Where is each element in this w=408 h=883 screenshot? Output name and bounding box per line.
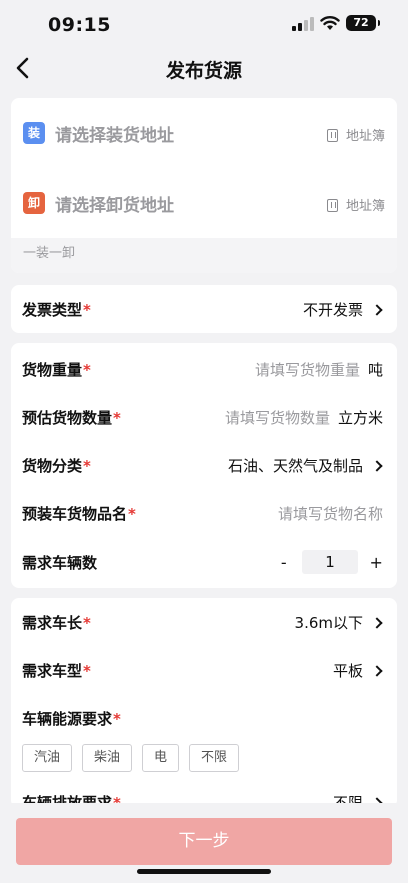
vehicle-type-row[interactable]: 需求车型* 平板 (11, 646, 397, 694)
unload-address-row[interactable]: 卸 请选择卸货地址 地址簿 (11, 168, 397, 238)
vehicle-type-label: 需求车型* (22, 662, 91, 680)
cargo-category-row[interactable]: 货物分类* 石油、天然气及制品 (11, 441, 397, 489)
required-mark: * (83, 662, 91, 680)
vehicle-energy-row: 车辆能源要求* (11, 694, 397, 742)
address-book-icon (326, 199, 338, 212)
energy-option-gasoline[interactable]: 汽油 (22, 744, 73, 772)
vehicle-energy-label: 车辆能源要求* (22, 710, 121, 728)
load-address-book-button[interactable]: 地址簿 (326, 125, 385, 144)
cargo-weight-row: 货物重量* 请填写货物重量吨 (11, 345, 397, 393)
page-title: 发布货源 (165, 60, 242, 82)
vehicle-type-value[interactable]: 平板 (333, 660, 383, 681)
cargo-weight-label: 货物重量* (22, 361, 91, 379)
cargo-card: 货物重量* 请填写货物重量吨 预估货物数量* 请填写货物数量 立方米 货物分类* … (11, 343, 397, 588)
cargo-category-value[interactable]: 石油、天然气及制品 (228, 455, 383, 476)
cargo-name-input[interactable]: 请填写货物名称 (278, 503, 383, 524)
cargo-name-row: 预装车货物品名* 请填写货物名称 (11, 489, 397, 537)
wifi-icon (320, 16, 340, 30)
unload-badge: 卸 (23, 192, 45, 214)
vehicle-count-stepper: - 1 + (275, 550, 385, 574)
status-time: 09:15 (48, 14, 111, 36)
required-mark: * (83, 614, 91, 632)
load-address-placeholder: 请选择装货地址 (55, 126, 174, 146)
cellular-signal-icon (292, 17, 316, 31)
quantity-unit: 立方米 (337, 409, 383, 427)
required-mark: * (128, 505, 136, 523)
vehicle-count-label: 需求车辆数 (22, 554, 98, 572)
address-book-label: 地址簿 (345, 129, 385, 144)
cargo-category-label: 货物分类* (22, 457, 91, 475)
unload-address-placeholder: 请选择卸货地址 (55, 196, 174, 216)
invoice-type-row[interactable]: 发票类型* 不开发票 (11, 285, 397, 333)
next-step-button[interactable]: 下一步 (16, 818, 392, 865)
energy-option-electric[interactable]: 电 (142, 744, 180, 772)
load-badge: 装 (23, 122, 45, 144)
bottom-bar: 下一步 (0, 803, 408, 883)
load-address-row[interactable]: 装 请选择装货地址 地址簿 (11, 98, 397, 168)
energy-option-diesel[interactable]: 柴油 (82, 744, 133, 772)
cargo-quantity-row: 预估货物数量* 请填写货物数量 立方米 (11, 393, 397, 441)
invoice-type-value[interactable]: 不开发票 (303, 299, 383, 320)
energy-options: 汽油 柴油 电 不限 (22, 744, 240, 772)
required-mark: * (113, 409, 121, 427)
invoice-card: 发票类型* 不开发票 (11, 285, 397, 333)
vehicle-length-row[interactable]: 需求车长* 3.6m以下 (11, 598, 397, 646)
chevron-right-icon (371, 303, 383, 316)
home-indicator (137, 869, 271, 874)
chevron-right-icon (371, 459, 383, 472)
required-mark: * (113, 710, 121, 728)
vehicle-length-label: 需求车长* (22, 614, 91, 632)
address-card: 装 请选择装货地址 地址簿 卸 请选择卸货地址 地址簿 一装一卸 (11, 98, 397, 273)
battery-icon: 72 (346, 15, 380, 31)
increment-button[interactable]: + (367, 553, 385, 572)
weight-unit: 吨 (367, 361, 383, 379)
decrement-button[interactable]: - (275, 553, 293, 572)
chevron-right-icon (371, 616, 383, 629)
vehicle-length-value[interactable]: 3.6m以下 (295, 612, 383, 633)
status-bar: 09:15 72 (0, 0, 408, 48)
cargo-name-label: 预装车货物品名* (22, 505, 136, 523)
vehicle-count-value[interactable]: 1 (301, 550, 359, 574)
route-type-label: 一装一卸 (11, 238, 397, 273)
required-mark: * (83, 301, 91, 319)
required-mark: * (83, 361, 91, 379)
cargo-quantity-label: 预估货物数量* (22, 409, 121, 427)
vehicle-count-row: 需求车辆数 - 1 + (11, 538, 397, 586)
required-mark: * (83, 457, 91, 475)
energy-option-any[interactable]: 不限 (189, 744, 240, 772)
address-book-label: 地址簿 (345, 199, 385, 214)
address-book-icon (326, 129, 338, 142)
invoice-type-label: 发票类型* (22, 301, 91, 319)
vehicle-card: 需求车长* 3.6m以下 需求车型* 平板 车辆能源要求* 汽油 柴油 电 不限… (11, 598, 397, 808)
unload-address-book-button[interactable]: 地址簿 (326, 195, 385, 214)
cargo-quantity-input[interactable]: 请填写货物数量 立方米 (225, 407, 383, 428)
chevron-right-icon (371, 664, 383, 677)
cargo-weight-input[interactable]: 请填写货物重量吨 (255, 359, 383, 380)
nav-bar: 发布货源 (0, 48, 408, 88)
